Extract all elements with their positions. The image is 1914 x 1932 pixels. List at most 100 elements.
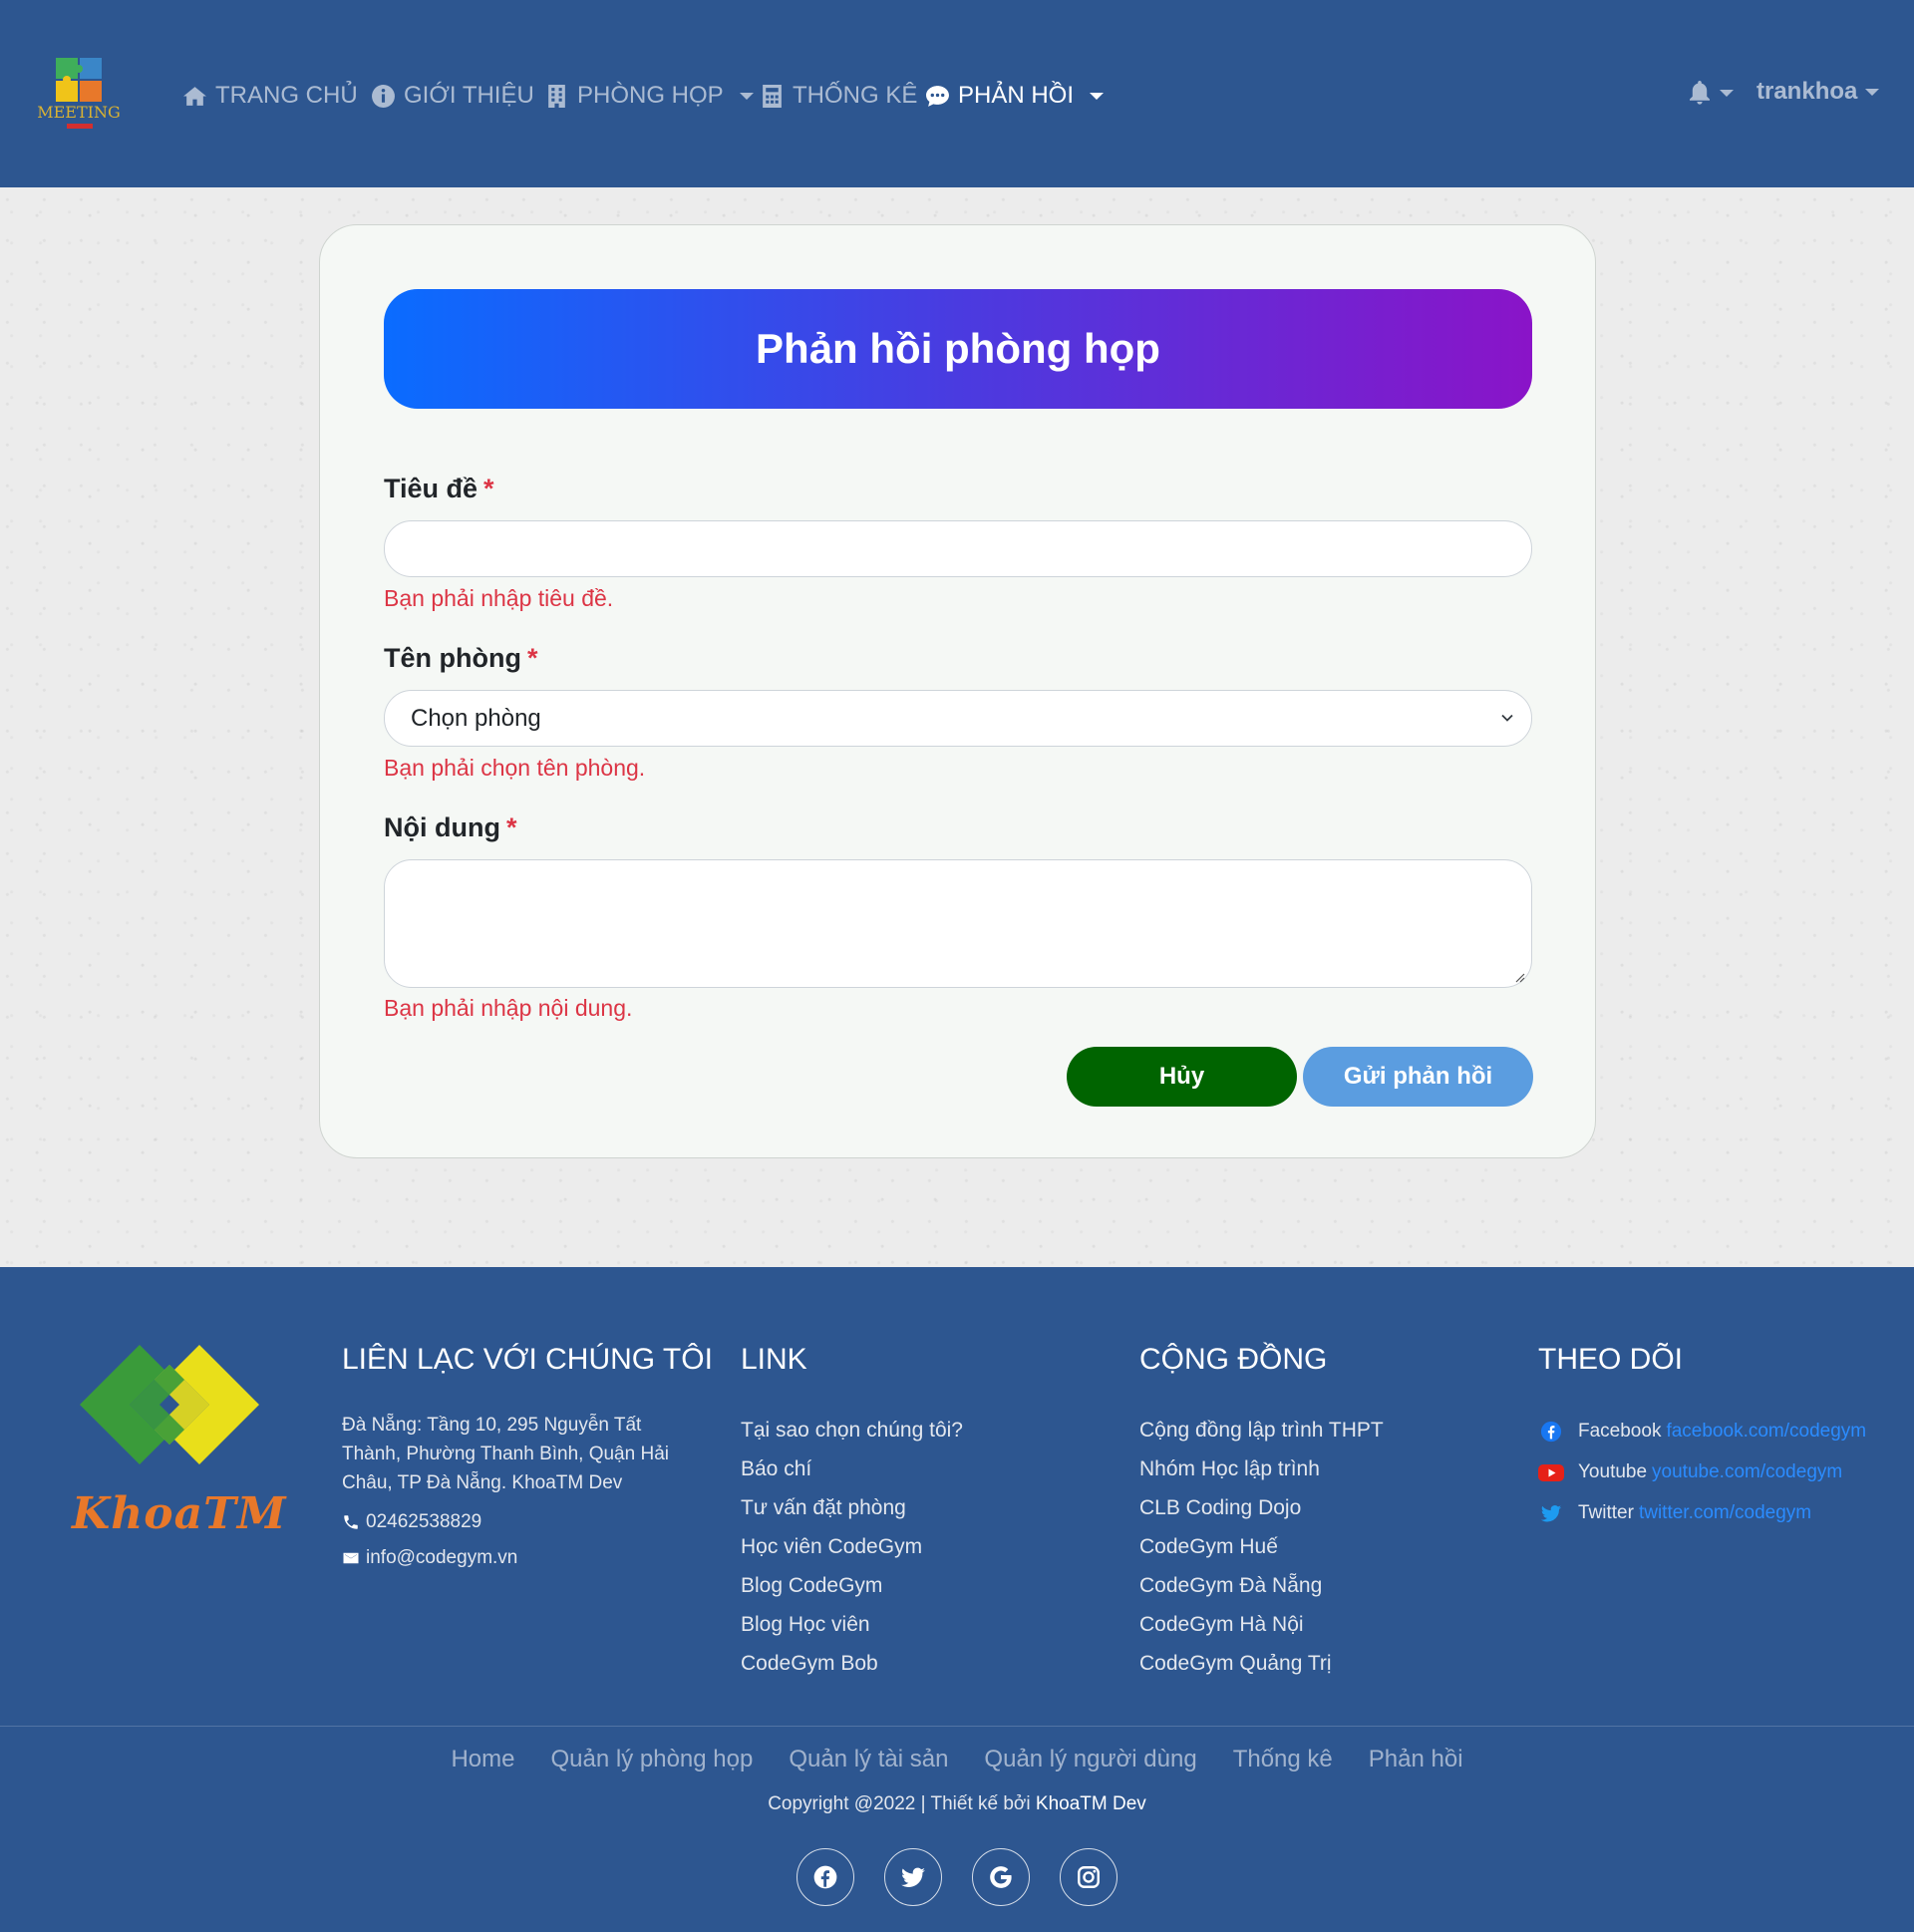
nav-item-feedback-dropdown[interactable]: PHẢN HỒI [925,76,1105,116]
social-twitter-button[interactable] [884,1848,942,1906]
required-mark: * [505,812,517,842]
chevron-down-icon [1865,88,1880,96]
google-icon [990,1866,1012,1888]
puzzle-logo-icon [56,58,102,102]
footer-nav-rooms[interactable]: Quản lý phòng họp [551,1746,754,1773]
footer-link[interactable]: Báo chí [741,1449,963,1488]
comment-dots-icon [926,85,949,107]
form-title: Phản hồi phòng họp [384,289,1532,409]
chevron-down-icon [739,92,754,100]
nav-item-label: THỐNG KÊ [793,82,918,109]
copyright-author: KhoaTM Dev [1035,1793,1146,1814]
envelope-icon [343,1552,359,1564]
room-label-text: Tên phòng [384,643,521,673]
footer-nav-feedback[interactable]: Phản hồi [1369,1746,1463,1773]
copyright: Copyright @2022 | Thiết kế bởi KhoaTM De… [0,1793,1914,1815]
community-link[interactable]: CLB Coding Dojo [1139,1488,1384,1527]
site-footer: KhoaTM LIÊN LẠC VỚI CHÚNG TÔI Đà Nẵng: T… [0,1267,1914,1932]
contact-phone-text: 02462538829 [366,1511,482,1532]
notifications-dropdown[interactable] [1688,80,1734,106]
chevron-down-icon [1090,92,1105,100]
social-instagram-button[interactable] [1060,1848,1117,1906]
community-link[interactable]: CodeGym Huế [1139,1527,1384,1566]
chevron-down-icon [1720,89,1734,97]
follow-twitter: Twitter twitter.com/codegym [1538,1492,1866,1533]
title-error: Bạn phải nhập tiêu đề. [384,585,614,611]
follow-name: Facebook [1578,1420,1662,1442]
footer-follow-column: THEO DÕI Facebook facebook.com/codegym Y… [1538,1343,1866,1533]
info-circle-icon [372,84,395,108]
username-label: trankhoa [1756,78,1858,105]
instagram-icon [1078,1866,1100,1888]
footer-contact-column: LIÊN LẠC VỚI CHÚNG TÔI Đà Nẵng: Tầng 10,… [342,1343,713,1569]
community-link[interactable]: CodeGym Quảng Trị [1139,1644,1384,1683]
follow-heading: THEO DÕI [1538,1343,1684,1376]
building-icon [548,84,565,108]
community-link[interactable]: Nhóm Học lập trình [1139,1449,1384,1488]
nav-item-about[interactable]: GIỚI THIỆU [371,76,534,116]
user-menu-dropdown[interactable]: trankhoa [1756,78,1880,106]
nav-item-statistics[interactable]: THỐNG KÊ [760,76,917,116]
footer-nav-statistics[interactable]: Thống kê [1233,1746,1333,1773]
facebook-icon [1540,1421,1562,1442]
nav-item-home[interactable]: TRANG CHỦ [182,76,358,116]
contact-phone[interactable]: 02462538829 [342,1511,713,1533]
footer-divider [0,1726,1914,1727]
resize-handle-icon[interactable] [1513,971,1525,983]
link-heading: LINK [741,1343,807,1376]
title-label-text: Tiêu đề [384,474,478,503]
nav-item-label: PHẢN HỒI [958,82,1075,109]
footer-nav-assets[interactable]: Quản lý tài sản [789,1746,948,1773]
follow-link[interactable]: facebook.com/codegym [1666,1421,1866,1443]
room-label: Tên phòng * [384,643,537,674]
footer-link[interactable]: CodeGym Bob [741,1644,963,1683]
feedback-form-card: Phản hồi phòng họp Tiêu đề * Bạn phải nhậ… [319,224,1596,1158]
top-navbar: MEETING TRANG CHỦ GIỚI THIỆU PHÒNG HỌP T… [0,0,1914,187]
social-google-button[interactable] [972,1848,1030,1906]
follow-youtube: Youtube youtube.com/codegym [1538,1451,1866,1492]
footer-logo[interactable]: KhoaTM [70,1335,289,1544]
facebook-icon [813,1865,837,1889]
title-label: Tiêu đề * [384,474,494,504]
main-content: Phản hồi phòng họp Tiêu đề * Bạn phải nhậ… [0,187,1914,1267]
community-link[interactable]: CodeGym Đà Nẵng [1139,1566,1384,1605]
footer-link[interactable]: Tư vấn đặt phòng [741,1488,963,1527]
footer-social-icons [0,1848,1914,1906]
phone-icon [344,1515,358,1529]
contact-address: Đà Nẵng: Tầng 10, 295 Nguyễn Tất Thành, … [342,1415,669,1493]
submit-feedback-button[interactable]: Gửi phản hồi [1303,1047,1533,1107]
footer-brand: KhoaTM [72,1488,287,1539]
contact-heading: LIÊN LẠC VỚI CHÚNG TÔI [342,1343,713,1376]
content-textarea[interactable] [384,859,1532,988]
footer-link[interactable]: Blog CodeGym [741,1566,963,1605]
footer-link[interactable]: Học viên CodeGym [741,1527,963,1566]
room-select[interactable]: Chọn phòng [384,690,1532,747]
content-label: Nội dung * [384,812,516,843]
footer-community-column: CỘNG ĐỒNG Cộng đồng lập trình THPT Nhóm … [1139,1343,1384,1683]
required-mark: * [526,643,538,673]
footer-link[interactable]: Tại sao chọn chúng tôi? [741,1411,963,1449]
follow-link[interactable]: youtube.com/codegym [1652,1461,1842,1483]
chevron-down-icon [1501,714,1513,722]
nav-item-rooms-dropdown[interactable]: PHÒNG HỌP [544,76,754,116]
bell-icon [1690,81,1710,105]
community-link[interactable]: Cộng đồng lập trình THPT [1139,1411,1384,1449]
follow-link[interactable]: twitter.com/codegym [1639,1502,1811,1524]
room-error: Bạn phải chọn tên phòng. [384,755,646,781]
follow-name: Youtube [1578,1460,1648,1482]
follow-facebook: Facebook facebook.com/codegym [1538,1411,1866,1451]
footer-link[interactable]: Blog Học viên [741,1605,963,1644]
youtube-icon [1538,1463,1564,1481]
copyright-text: Copyright @2022 | Thiết kế bởi [768,1793,1031,1814]
title-input[interactable] [384,520,1532,577]
required-mark: * [483,474,494,503]
cancel-button[interactable]: Hủy [1067,1047,1297,1107]
community-link[interactable]: CodeGym Hà Nội [1139,1605,1384,1644]
follow-name: Twitter [1578,1501,1634,1523]
meeting-logo[interactable]: MEETING [34,56,124,132]
contact-email[interactable]: info@codegym.vn [342,1547,713,1569]
social-facebook-button[interactable] [797,1848,854,1906]
nav-item-label: TRANG CHỦ [215,82,358,109]
footer-nav-users[interactable]: Quản lý người dùng [984,1746,1196,1773]
footer-nav-home[interactable]: Home [451,1746,514,1773]
